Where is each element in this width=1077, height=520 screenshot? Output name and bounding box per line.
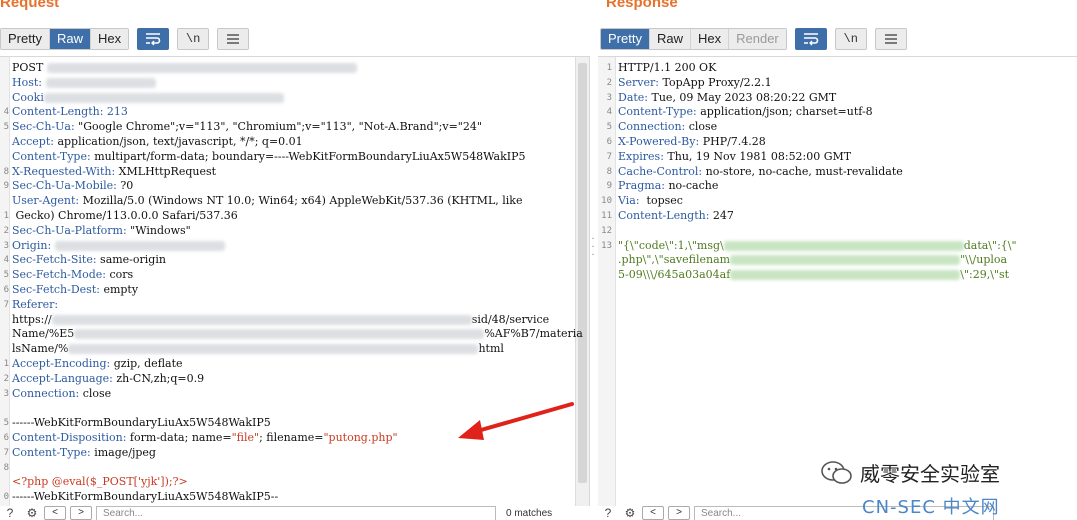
response-show-newlines-button[interactable]: \n xyxy=(834,28,867,50)
help-icon[interactable]: ? xyxy=(0,506,20,520)
response-menu-button[interactable] xyxy=(874,28,907,50)
settings-gear-icon[interactable]: ⚙ xyxy=(620,506,640,520)
response-tab-raw[interactable]: Raw xyxy=(649,29,691,49)
response-editor[interactable]: 1 HTTP/1.1 200 OK 2 Server: TopApp Proxy/2… xyxy=(598,56,1077,506)
prev-match-button[interactable]: < xyxy=(44,506,66,520)
request-pane-title: Request xyxy=(0,0,60,11)
request-tab-hex[interactable]: Hex xyxy=(90,29,129,49)
next-match-button[interactable]: > xyxy=(70,506,92,520)
hamburger-icon xyxy=(227,34,240,44)
response-tab-render[interactable]: Render xyxy=(729,29,786,49)
newline-icon: \n xyxy=(843,32,858,46)
next-match-button[interactable]: > xyxy=(668,506,690,520)
request-view-tabs: Pretty Raw Hex xyxy=(0,28,130,50)
pane-splitter[interactable]: · · · xyxy=(591,235,595,268)
request-search-input[interactable]: Search... xyxy=(96,506,496,520)
request-wrap-lines-button[interactable] xyxy=(137,28,170,50)
response-view-tabs: Pretty Raw Hex Render xyxy=(600,28,787,50)
response-pane-title: Response xyxy=(606,0,678,11)
response-toolbar: Pretty Raw Hex Render \n xyxy=(600,28,907,50)
request-tab-raw[interactable]: Raw xyxy=(49,29,91,49)
response-bottom-bar: ? ⚙ < > Search... xyxy=(598,506,1077,520)
response-tab-pretty[interactable]: Pretty xyxy=(601,29,650,49)
annotation-arrow-icon xyxy=(458,402,574,440)
watermark: 威零安全实验室 xyxy=(820,458,1000,487)
help-icon[interactable]: ? xyxy=(598,506,618,520)
response-wrap-lines-button[interactable] xyxy=(794,28,827,50)
request-match-count: 0 matches xyxy=(506,507,553,519)
request-show-newlines-button[interactable]: \n xyxy=(177,28,210,50)
newline-icon: \n xyxy=(185,32,201,46)
prev-match-button[interactable]: < xyxy=(642,506,664,520)
hamburger-icon xyxy=(884,34,897,44)
wrap-lines-icon xyxy=(146,33,161,46)
watermark-site: CN-SEC 中文网 xyxy=(862,497,1000,518)
request-tab-pretty[interactable]: Pretty xyxy=(1,29,50,49)
wechat-icon xyxy=(821,460,852,484)
response-tab-hex[interactable]: Hex xyxy=(690,29,730,49)
wrap-lines-icon xyxy=(803,33,819,46)
settings-gear-icon[interactable]: ⚙ xyxy=(22,506,42,520)
watermark-text: 威零安全实验室 xyxy=(860,462,1000,486)
request-bottom-bar: ? ⚙ < > Search... 0 matches xyxy=(0,506,590,520)
request-toolbar: Pretty Raw Hex \n xyxy=(0,28,250,50)
request-menu-button[interactable] xyxy=(217,28,250,50)
